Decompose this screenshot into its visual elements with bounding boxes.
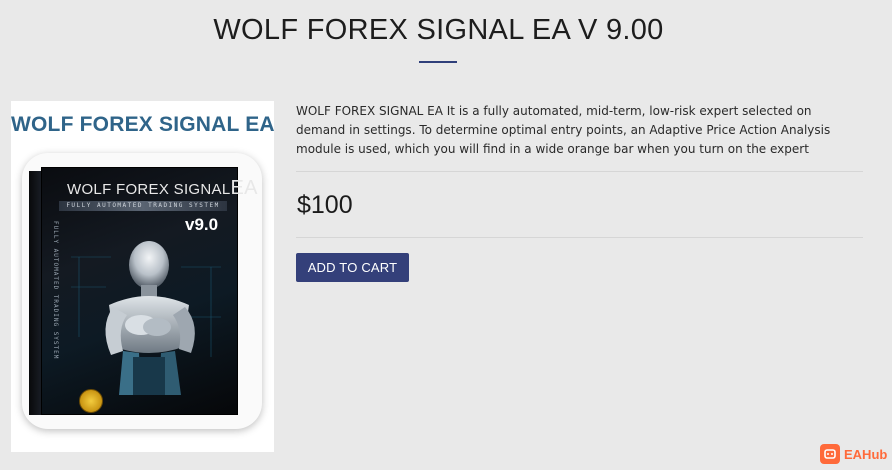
divider-bottom bbox=[296, 237, 863, 238]
product-description: WOLF FOREX SIGNAL EA It is a fully autom… bbox=[296, 104, 831, 156]
gold-seal-icon bbox=[79, 389, 103, 413]
box-side-text: FULLY AUTOMATED TRADING SYSTEM bbox=[52, 221, 59, 360]
product-price: $100 bbox=[297, 191, 353, 219]
box-title: WOLF FOREX SIGNALEA bbox=[67, 177, 257, 200]
image-banner-text: WOLF FOREX SIGNAL EA bbox=[11, 113, 274, 136]
robot-illustration-icon bbox=[71, 241, 221, 395]
product-image[interactable]: WOLF FOREX SIGNAL EA WOLF FOREX SIGNALEA… bbox=[11, 101, 274, 452]
page-title: WOLF FOREX SIGNAL EA V 9.00 bbox=[213, 14, 664, 46]
box-title-suffix: EA bbox=[230, 177, 258, 199]
divider-top bbox=[296, 171, 863, 172]
watermark-text: EAHub bbox=[844, 446, 888, 462]
title-underline bbox=[419, 61, 457, 63]
box-title-text: WOLF FOREX SIGNAL bbox=[67, 181, 231, 198]
box-subtitle: FULLY AUTOMATED TRADING SYSTEM bbox=[66, 202, 220, 209]
product-page: WOLF FOREX SIGNAL EA V 9.00 WOLF FOREX S… bbox=[0, 0, 892, 470]
eahub-logo-icon bbox=[820, 444, 840, 464]
watermark: EAHub bbox=[820, 444, 887, 464]
add-to-cart-button[interactable]: ADD TO CART bbox=[296, 253, 409, 282]
